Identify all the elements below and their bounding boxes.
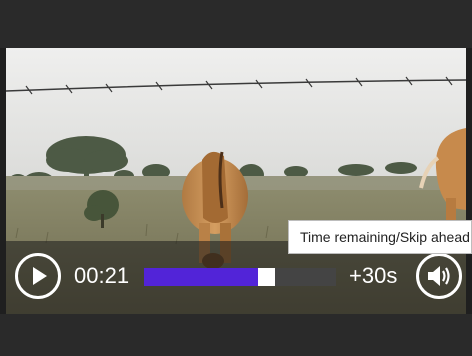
bottom-letterbox (0, 314, 472, 356)
progress-fill (144, 268, 258, 286)
volume-button[interactable] (416, 253, 462, 299)
volume-icon (428, 266, 450, 286)
play-icon (33, 267, 47, 285)
skip-ahead-button[interactable]: +30s (349, 263, 397, 289)
tooltip: Time remaining/Skip ahead (288, 220, 472, 254)
elapsed-time: 00:21 (74, 263, 130, 288)
play-button[interactable] (15, 253, 61, 299)
progress-bar[interactable] (144, 268, 336, 286)
progress-thumb[interactable] (258, 268, 275, 286)
top-letterbox (0, 0, 472, 48)
media-player: 00:21 +30s Time remaining/Skip ahead (0, 0, 472, 356)
